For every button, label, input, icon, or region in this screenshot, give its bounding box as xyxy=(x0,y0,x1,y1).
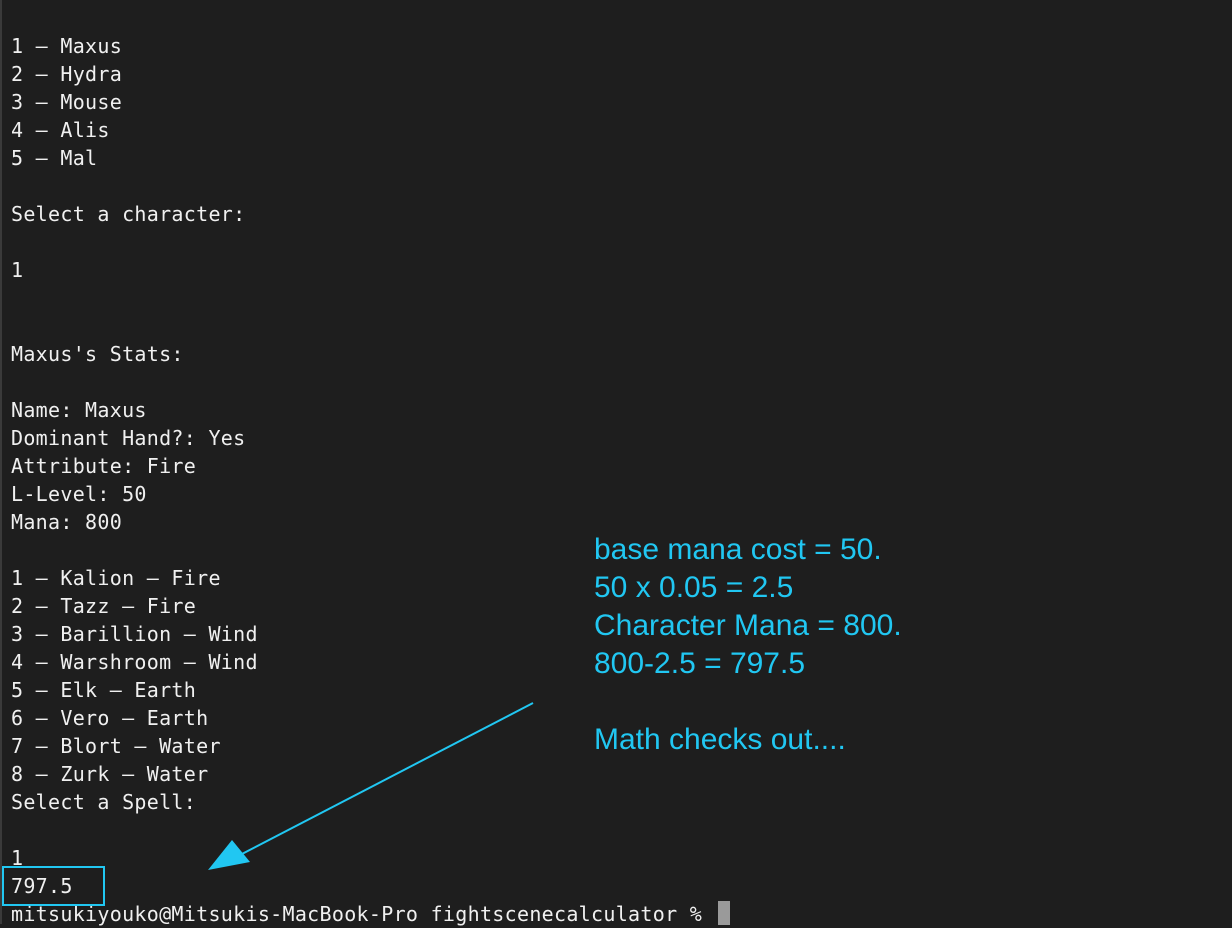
output-line: Attribute: Fire xyxy=(11,454,197,478)
output-line: 4 – Alis xyxy=(11,118,110,142)
output-line: Select a character: xyxy=(11,202,246,226)
terminal-window[interactable]: 1 – Maxus 2 – Hydra 3 – Mouse 4 – Alis 5… xyxy=(0,0,1232,926)
output-line: 2 – Tazz – Fire xyxy=(11,594,197,618)
output-line: 1 – Maxus xyxy=(11,34,123,58)
output-line: 8 – Zurk – Water xyxy=(11,762,209,786)
annotation-line: 800-2.5 = 797.5 xyxy=(594,647,806,680)
output-line: L-Level: 50 xyxy=(11,482,147,506)
output-line: 2 – Hydra xyxy=(11,62,123,86)
output-line: 1 – Kalion – Fire xyxy=(11,566,221,590)
annotation-line: base mana cost = 50. xyxy=(594,533,882,566)
annotation-line: Character Mana = 800. xyxy=(594,609,902,642)
output-line: Select a Spell: xyxy=(11,790,197,814)
output-line: Maxus's Stats: xyxy=(11,342,184,366)
output-line: 7 – Blort – Water xyxy=(11,734,221,758)
terminal-output: 1 – Maxus 2 – Hydra 3 – Mouse 4 – Alis 5… xyxy=(11,32,258,900)
output-line: 1 xyxy=(11,258,24,282)
output-line: 6 – Vero – Earth xyxy=(11,706,209,730)
output-line: 5 – Elk – Earth xyxy=(11,678,197,702)
output-line: 5 – Mal xyxy=(11,146,98,170)
output-line: Dominant Hand?: Yes xyxy=(11,426,246,450)
prompt-text: mitsukiyouko@Mitsukis-MacBook-Pro fights… xyxy=(11,902,715,926)
annotation-line xyxy=(594,683,902,721)
text-cursor xyxy=(718,901,731,925)
output-line: 4 – Warshroom – Wind xyxy=(11,650,258,674)
output-line: 3 – Barillion – Wind xyxy=(11,622,258,646)
output-line: Name: Maxus xyxy=(11,398,147,422)
output-line: 3 – Mouse xyxy=(11,90,123,114)
annotation-line: 50 x 0.05 = 2.5 xyxy=(594,571,794,604)
annotation-line: Math checks out.... xyxy=(594,723,846,756)
output-line: Mana: 800 xyxy=(11,510,123,534)
math-annotation: base mana cost = 50. 50 x 0.05 = 2.5 Cha… xyxy=(594,531,902,759)
result-highlight-box xyxy=(2,866,105,906)
